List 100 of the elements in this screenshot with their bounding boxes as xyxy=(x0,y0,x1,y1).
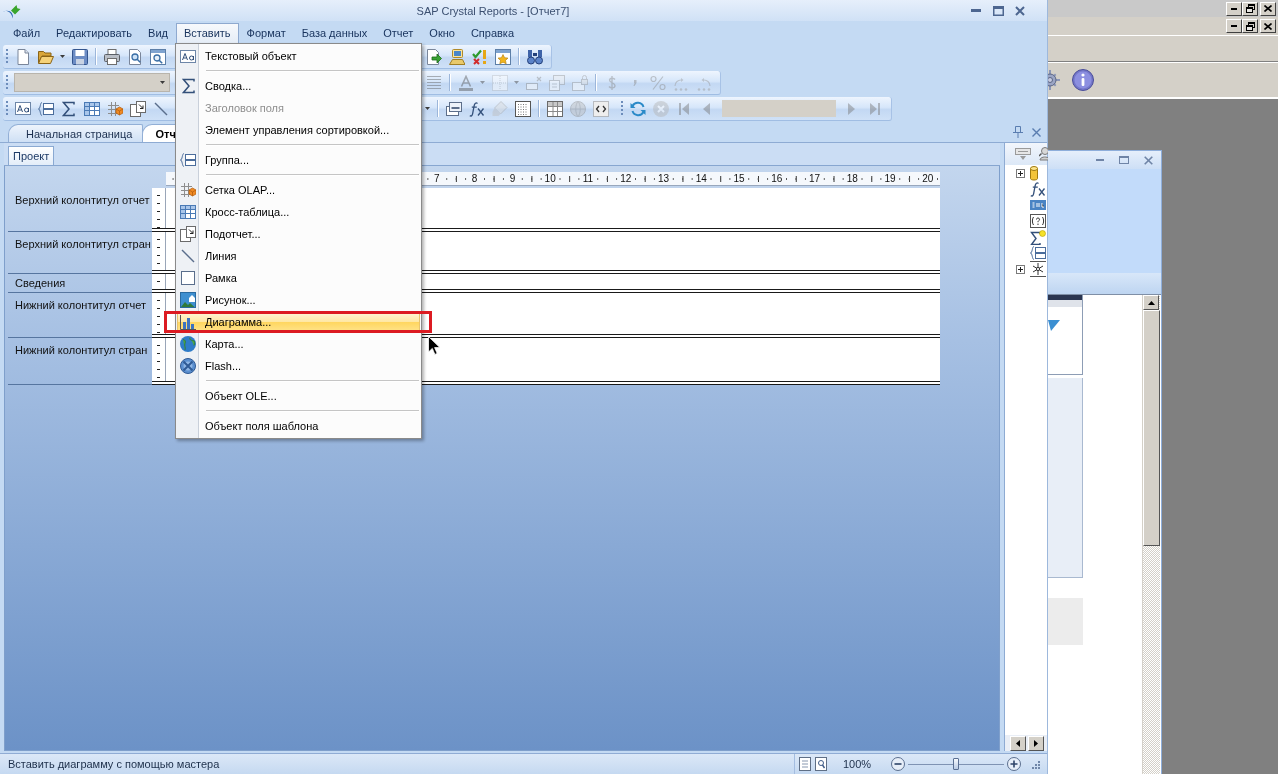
zoom-in-icon[interactable] xyxy=(1007,757,1021,771)
menu-bar-item[interactable]: Вставить xyxy=(175,23,239,44)
scroll-left-button[interactable] xyxy=(1010,735,1026,751)
maximize-icon[interactable] xyxy=(1119,156,1129,164)
placeholder-block xyxy=(1048,598,1083,645)
menu-item[interactable]: Объект поля шаблона xyxy=(177,415,420,437)
menu-item[interactable]: Рамка xyxy=(177,267,420,289)
menu-bar-item[interactable]: Вид xyxy=(140,23,176,44)
menu-item[interactable]: Рисунок... xyxy=(177,289,420,311)
percent-icon xyxy=(649,74,666,91)
grip-icon[interactable] xyxy=(5,74,9,91)
vertical-scrollbar[interactable] xyxy=(1142,295,1160,774)
close-icon xyxy=(1264,5,1272,12)
close-icon xyxy=(1015,5,1025,16)
slider-thumb[interactable] xyxy=(953,758,959,770)
minimize-icon xyxy=(1231,7,1237,10)
pin-button[interactable] xyxy=(1013,126,1023,138)
minimize-button[interactable] xyxy=(1226,1,1242,16)
binoculars-icon xyxy=(526,48,543,65)
menu-bar-item[interactable]: База данных xyxy=(293,23,376,44)
grip-icon[interactable] xyxy=(5,48,9,65)
menu-item[interactable]: Flash... xyxy=(177,355,420,377)
ruler-number: 19 xyxy=(883,173,897,184)
minimize-button[interactable] xyxy=(1226,19,1242,33)
new-document-icon xyxy=(14,48,31,65)
menu-bar-item[interactable]: Отчет xyxy=(375,23,422,44)
menu-item[interactable]: Группа... xyxy=(177,149,420,171)
info-icon[interactable] xyxy=(1072,69,1094,91)
restore-icon xyxy=(1245,4,1255,13)
menu-item[interactable]: Сетка OLAP... xyxy=(177,179,420,201)
last-page-icon xyxy=(869,102,880,115)
asterisk-box-icon[interactable] xyxy=(1030,261,1046,277)
expand-icon[interactable] xyxy=(1016,264,1025,274)
restore-button[interactable] xyxy=(1242,19,1258,33)
check-cross-warning-icon xyxy=(471,48,488,65)
cross-circle-icon xyxy=(180,358,196,374)
close-icon xyxy=(1032,127,1041,137)
page-view-button[interactable] xyxy=(799,757,811,771)
dotted-border-icon xyxy=(491,74,508,91)
workstation-icon xyxy=(448,48,465,65)
nested-boxes-icon xyxy=(445,101,462,116)
menu-item[interactable]: Объект OLE... xyxy=(177,385,420,407)
menu-item[interactable]: Линия xyxy=(177,245,420,267)
zoom-out-icon[interactable] xyxy=(891,757,905,771)
dotted-grid-icon xyxy=(514,100,531,117)
view-tab[interactable]: Проект xyxy=(8,146,55,165)
menu-bar-item[interactable]: Справка xyxy=(462,23,523,44)
document-tab[interactable]: Начальная страница xyxy=(8,124,144,142)
sigma-star-icon[interactable] xyxy=(1030,229,1046,245)
question-box-icon[interactable] xyxy=(1030,214,1046,228)
caret-icon xyxy=(514,81,519,84)
menu-bar-item[interactable]: Редактировать xyxy=(48,23,141,44)
scroll-up-button[interactable] xyxy=(1143,295,1159,310)
database-icon[interactable] xyxy=(1030,165,1038,181)
formula-icon xyxy=(468,100,485,117)
menu-bar-item[interactable]: Файл xyxy=(5,23,49,44)
comma-icon xyxy=(632,79,637,86)
subreport-icon xyxy=(180,226,196,242)
scroll-thumb[interactable] xyxy=(1143,310,1160,546)
user-search-icon[interactable] xyxy=(1039,146,1049,162)
menu-item[interactable]: Элемент управления сортировкой... xyxy=(177,119,420,141)
group-icon[interactable] xyxy=(1030,246,1046,260)
menu-item[interactable]: Карта... xyxy=(177,333,420,355)
ruler-number: 16 xyxy=(770,173,784,184)
insert-field-icon[interactable] xyxy=(1015,148,1031,160)
ruler-number: 18 xyxy=(845,173,859,184)
preview-view-button[interactable] xyxy=(815,757,827,771)
close-icon[interactable] xyxy=(1144,155,1153,165)
highlighter-icon xyxy=(491,100,508,117)
menu-item[interactable]: Сводка... xyxy=(177,75,420,97)
menu-bar-item[interactable]: Окно xyxy=(421,23,463,44)
code-brackets-icon xyxy=(592,100,609,117)
restore-icon xyxy=(1245,21,1255,31)
expand-icon[interactable] xyxy=(1016,168,1025,178)
resize-grip-icon[interactable] xyxy=(1031,759,1040,769)
align-justify-icon xyxy=(425,75,442,90)
close-button[interactable] xyxy=(1260,19,1276,33)
grip-icon[interactable] xyxy=(620,100,624,117)
menu-item[interactable]: Текстовый объект xyxy=(177,45,420,67)
close-button[interactable] xyxy=(1260,1,1276,16)
arrow-right-icon xyxy=(1034,739,1038,747)
sigma-icon xyxy=(62,100,75,117)
formula-icon[interactable] xyxy=(1030,181,1046,197)
sigma-icon xyxy=(181,78,195,94)
diagonal-line-icon xyxy=(181,249,195,263)
globe-icon xyxy=(180,336,196,352)
group-icon xyxy=(37,101,54,116)
globe-icon xyxy=(569,100,586,117)
gear-icon[interactable] xyxy=(1048,70,1060,90)
scroll-right-button[interactable] xyxy=(1028,735,1044,751)
menu-item[interactable]: Подотчет... xyxy=(177,223,420,245)
document-magnifier-icon xyxy=(126,48,143,65)
menu-bar-item[interactable]: Формат xyxy=(238,23,294,44)
menu-item[interactable]: Кросс-таблица... xyxy=(177,201,420,223)
ruler-number: 13 xyxy=(656,173,671,184)
grip-icon[interactable] xyxy=(5,100,9,117)
minimize-icon xyxy=(971,9,981,12)
window-title: SAP Crystal Reports - [Отчет7] xyxy=(415,4,571,17)
panel-close-button[interactable] xyxy=(1032,127,1041,137)
restore-button[interactable] xyxy=(1242,1,1258,16)
